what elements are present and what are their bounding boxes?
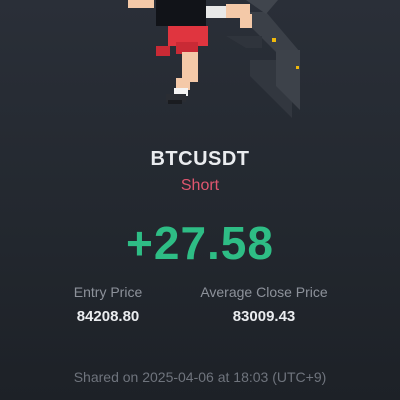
character-figure <box>128 0 252 104</box>
entry-price-value: 84208.80 <box>76 308 140 325</box>
average-close-price-value: 83009.43 <box>232 308 296 325</box>
entry-price-stat: Entry Price 84208.80 <box>48 284 168 325</box>
sparkle-icon <box>296 66 299 69</box>
shared-timestamp: Shared on 2025-04-06 at 18:03 (UTC+9) <box>73 369 327 385</box>
pixel-character-illustration <box>128 0 300 118</box>
entry-price-label: Entry Price <box>73 284 143 300</box>
average-close-price-label: Average Close Price <box>200 284 328 300</box>
pnl-value: +27.58 <box>126 217 274 269</box>
average-close-price-stat: Average Close Price 83009.43 <box>190 284 338 325</box>
trading-pair-symbol: BTCUSDT <box>150 148 250 170</box>
position-side-label: Short <box>180 177 220 194</box>
sparkle-icon <box>272 38 276 42</box>
